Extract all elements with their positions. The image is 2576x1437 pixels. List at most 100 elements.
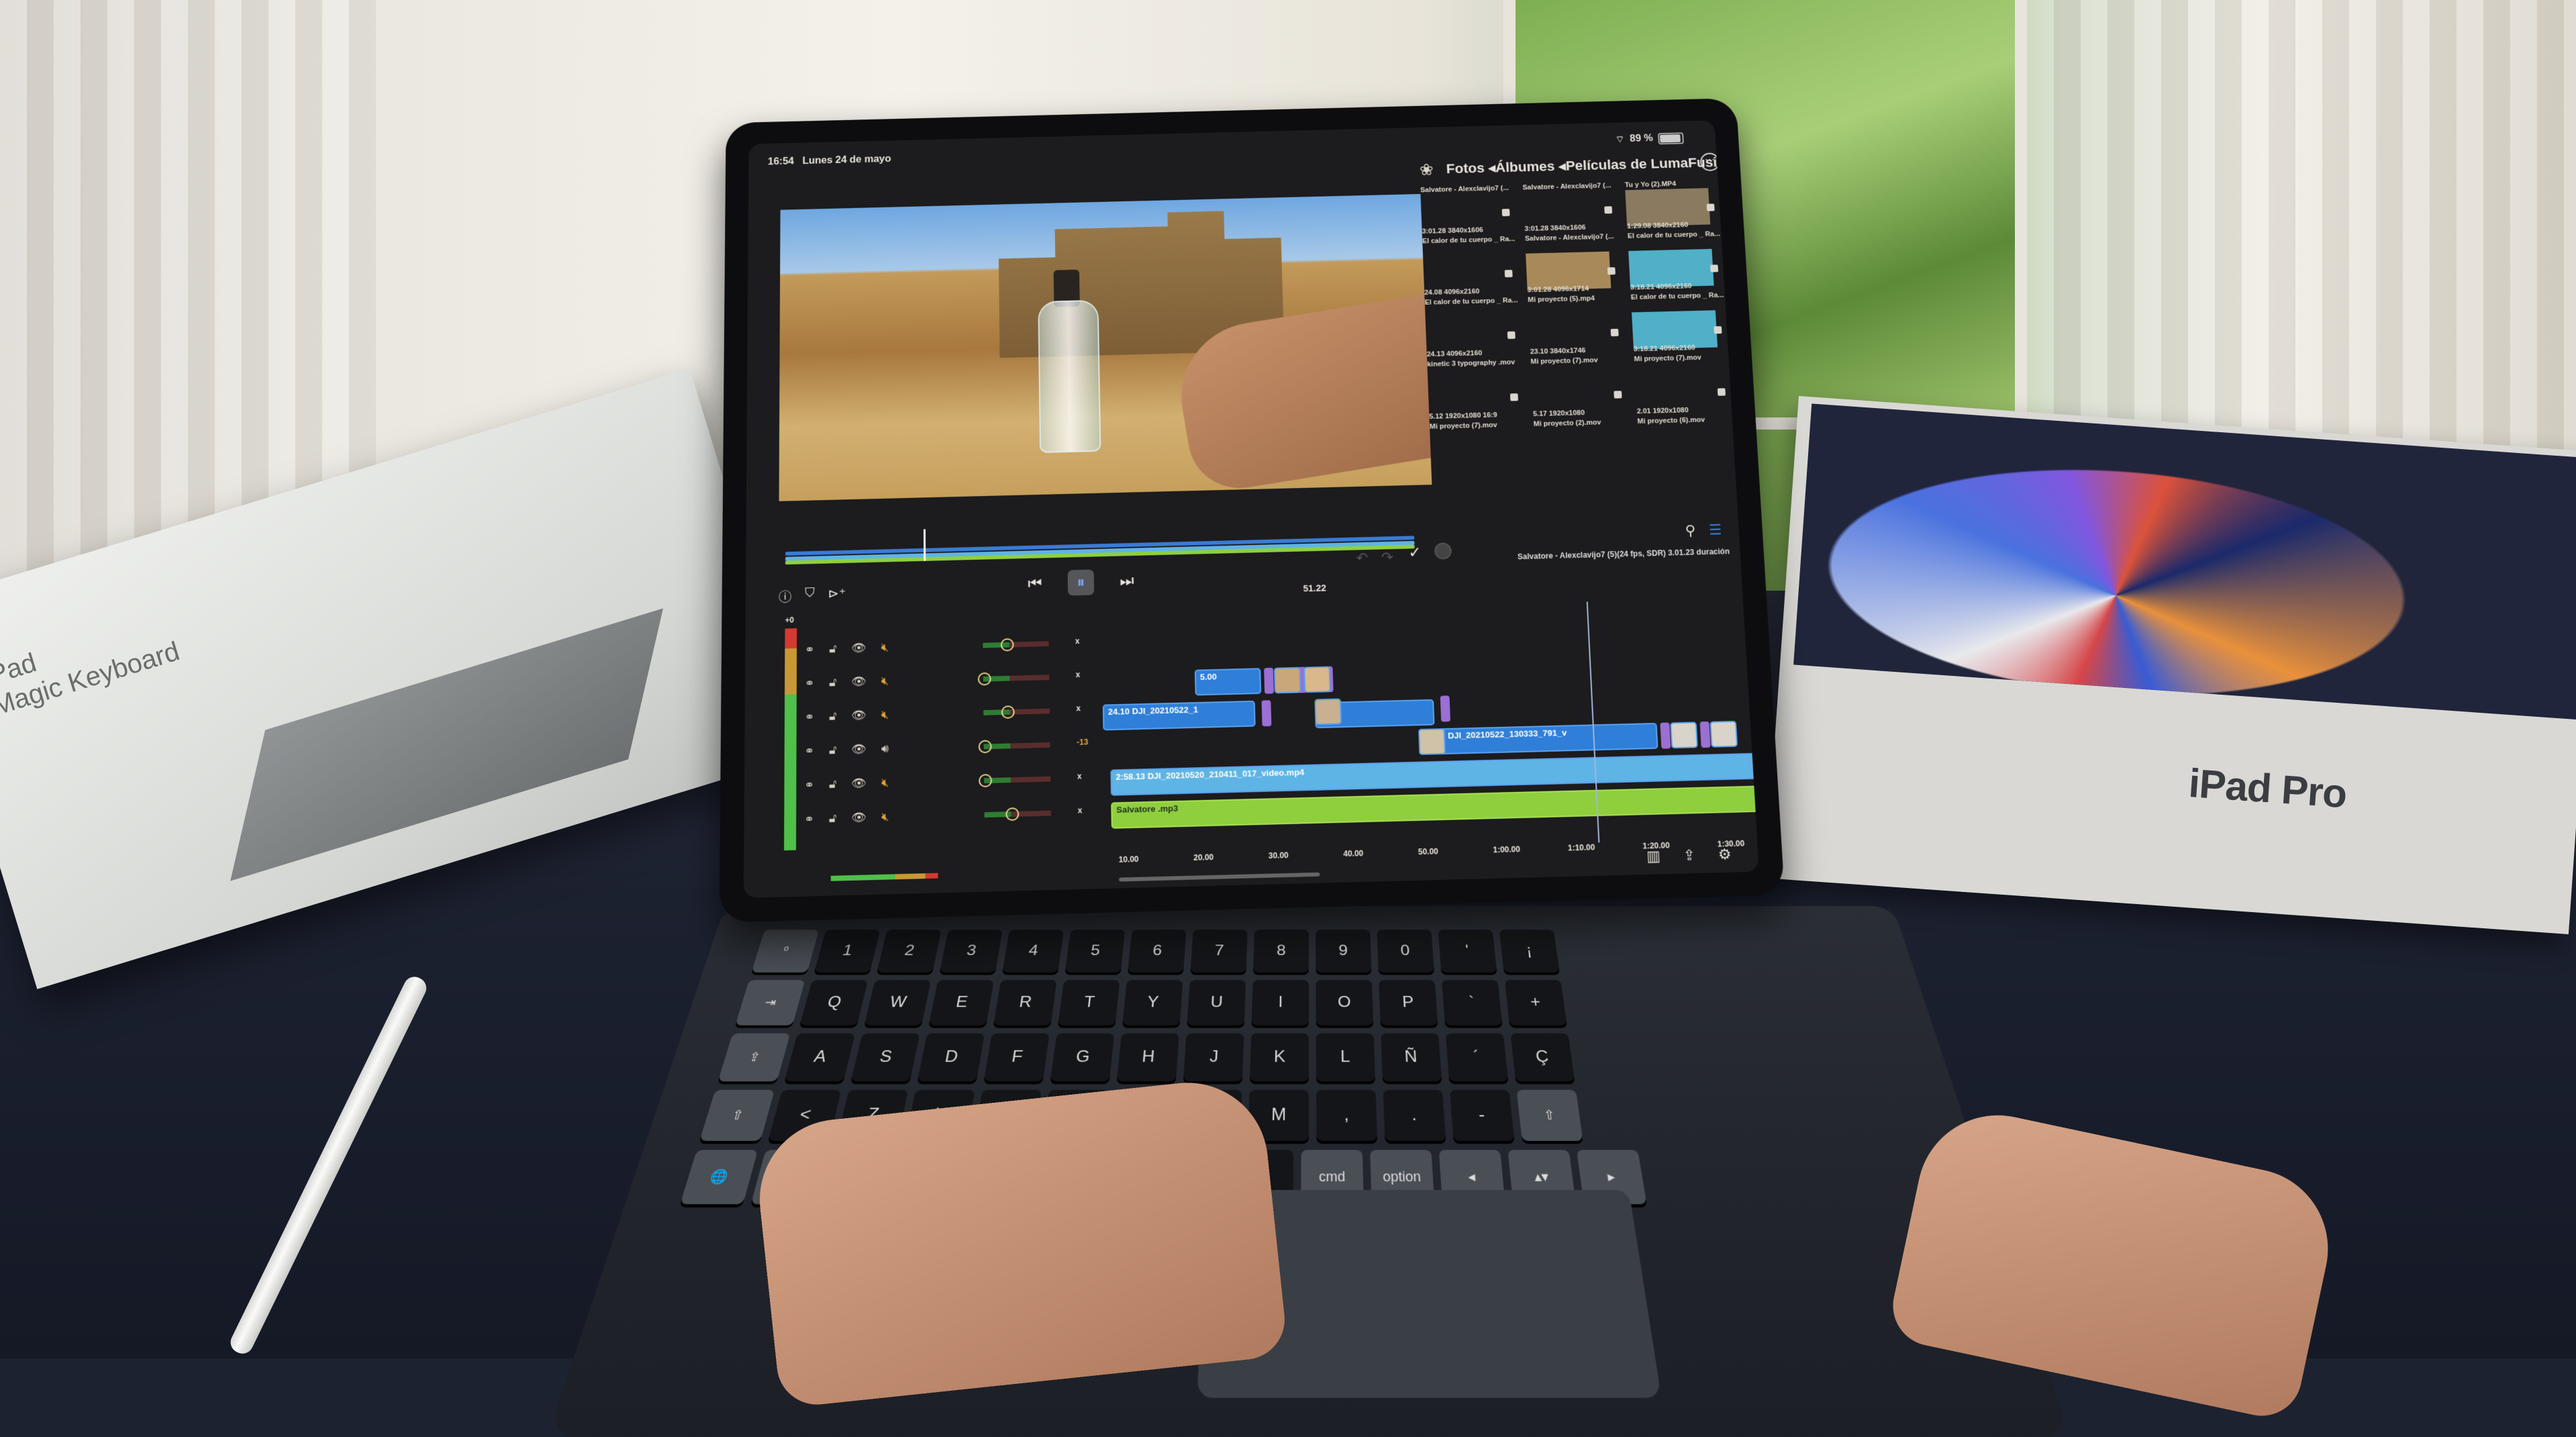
info-icon[interactable]: ⓘ bbox=[779, 587, 792, 605]
key[interactable]: Ñ bbox=[1381, 1033, 1442, 1082]
timeline[interactable]: 5.0024.10 DJI_20210522_114.131.02 DJI_20… bbox=[1095, 604, 1759, 856]
volume-knob[interactable] bbox=[979, 774, 993, 788]
key[interactable]: ¡ bbox=[1499, 930, 1560, 973]
key[interactable]: R bbox=[993, 980, 1057, 1026]
key[interactable]: D bbox=[917, 1033, 985, 1082]
volume-knob[interactable] bbox=[978, 740, 992, 754]
key[interactable]: 8 bbox=[1252, 930, 1309, 973]
lock-icon[interactable]: 🔓︎ bbox=[829, 743, 837, 757]
timeline-overview[interactable] bbox=[785, 523, 1415, 565]
record-voiceover-button[interactable] bbox=[1434, 542, 1452, 560]
pause-button[interactable]: ⏸ bbox=[1067, 569, 1095, 596]
lock-icon[interactable]: 🔓︎ bbox=[829, 709, 837, 723]
key[interactable]: 7 bbox=[1190, 930, 1248, 973]
track-volume-slider[interactable] bbox=[978, 740, 1050, 754]
volume-knob[interactable] bbox=[977, 672, 991, 686]
key[interactable]: ⇧ bbox=[699, 1089, 775, 1141]
key[interactable]: O bbox=[1316, 980, 1374, 1026]
video-preview[interactable] bbox=[779, 193, 1432, 501]
overview-playhead[interactable] bbox=[924, 529, 926, 561]
cut-icon[interactable]: ✂ bbox=[1399, 887, 1412, 898]
master-volume-slider[interactable] bbox=[830, 873, 938, 881]
track-volume-slider[interactable] bbox=[983, 705, 1050, 719]
key[interactable]: F bbox=[983, 1033, 1050, 1082]
layout-icon[interactable]: ▥ bbox=[1646, 848, 1661, 865]
media-item[interactable]: Salvatore - Alexclavijo7 (... 3:01.28 38… bbox=[1522, 182, 1622, 245]
media-item[interactable]: Tu y Yo (2).MP4 1:29.08 3840x2160 El cal… bbox=[1625, 179, 1724, 242]
delete-icon[interactable]: 🗑 bbox=[1477, 885, 1497, 898]
help-settings-icon[interactable]: ⚙ bbox=[1718, 846, 1732, 863]
speaker-icon[interactable]: 🔊︎ bbox=[881, 742, 889, 756]
search-icon[interactable]: ⚲ bbox=[1685, 522, 1696, 539]
key[interactable]: . bbox=[1383, 1089, 1446, 1141]
media-breadcrumb[interactable]: Fotos ◂Álbumes ◂Películas de LumaFusion bbox=[1446, 154, 1734, 177]
timeline-clip[interactable]: 24.10 DJI_20210522_1 bbox=[1102, 700, 1256, 731]
mute-icon[interactable]: 🔇︎ bbox=[881, 674, 889, 688]
track-volume-slider[interactable] bbox=[979, 774, 1051, 788]
key[interactable]: 9 bbox=[1316, 930, 1372, 973]
link-icon[interactable]: ⚭ bbox=[805, 642, 815, 656]
lock-icon[interactable]: 🔓︎ bbox=[829, 777, 837, 791]
link-icon[interactable]: ⚭ bbox=[804, 811, 814, 826]
key[interactable]: 5 bbox=[1064, 930, 1126, 973]
track-volume-slider[interactable] bbox=[977, 672, 1050, 686]
key[interactable]: 3 bbox=[939, 930, 1003, 973]
key[interactable]: 6 bbox=[1128, 930, 1187, 973]
key[interactable]: + bbox=[1504, 980, 1567, 1026]
link-icon[interactable]: ⚭ bbox=[804, 744, 814, 758]
key[interactable]: Ç bbox=[1510, 1033, 1575, 1082]
add-marker-icon[interactable]: ⛉ bbox=[805, 586, 815, 605]
key[interactable]: 0 bbox=[1377, 930, 1434, 973]
mute-icon[interactable]: 🔇︎ bbox=[881, 640, 889, 654]
volume-knob[interactable] bbox=[1001, 705, 1015, 719]
key[interactable]: U bbox=[1187, 980, 1246, 1026]
volume-knob[interactable] bbox=[1000, 638, 1014, 652]
media-item[interactable]: Salvatore - Alexclavijo7 (... 3:01.28 38… bbox=[1420, 185, 1519, 248]
transition-marker[interactable] bbox=[1261, 700, 1272, 727]
key[interactable]: S bbox=[850, 1033, 920, 1082]
link-icon[interactable]: ⚭ bbox=[804, 777, 814, 791]
link-icon[interactable]: ⚭ bbox=[805, 676, 815, 690]
eye-icon[interactable]: 👁︎ bbox=[851, 641, 866, 655]
volume-knob[interactable] bbox=[1005, 807, 1020, 822]
list-view-icon[interactable]: ☰ bbox=[1708, 522, 1722, 538]
track-volume-slider[interactable] bbox=[983, 638, 1049, 652]
share-icon[interactable]: ⇪ bbox=[1683, 847, 1696, 864]
eye-icon[interactable]: 👁︎ bbox=[852, 675, 867, 689]
link-icon[interactable]: ⚭ bbox=[1196, 893, 1209, 898]
key[interactable]: 🌐 bbox=[680, 1150, 758, 1205]
key[interactable]: ` bbox=[1442, 980, 1503, 1026]
key[interactable]: 2 bbox=[877, 930, 942, 973]
mute-icon[interactable]: 🔇︎ bbox=[881, 809, 889, 824]
link-icon[interactable]: ⚭ bbox=[805, 709, 815, 724]
transition-marker[interactable] bbox=[1264, 667, 1274, 694]
replace-clip-icon[interactable]: ⧉ bbox=[1158, 893, 1169, 898]
lock-icon[interactable]: 🔓︎ bbox=[829, 811, 837, 826]
favorites-icon[interactable]: ☆ bbox=[1274, 891, 1287, 898]
mute-icon[interactable]: 🔇︎ bbox=[881, 776, 889, 790]
transition-marker[interactable] bbox=[1440, 695, 1451, 722]
media-item[interactable]: 3:18.21 4096x2160 El calor de tu cuerpo … bbox=[1628, 240, 1728, 304]
key[interactable]: P bbox=[1379, 980, 1438, 1026]
media-item[interactable]: 24.08 4096x2160 El calor de tu cuerpo _ … bbox=[1423, 245, 1522, 309]
media-item[interactable]: 3:18.21 4096x2160 Mi proyecto (7).mov bbox=[1631, 301, 1731, 366]
import-icon[interactable]: ⊞ bbox=[777, 897, 790, 898]
add-track-icon[interactable]: ⊳⁺ bbox=[828, 585, 846, 604]
key[interactable]: I bbox=[1251, 980, 1309, 1026]
transition-marker[interactable] bbox=[1660, 722, 1671, 749]
add-icon[interactable]: ⊕ bbox=[1438, 886, 1451, 897]
media-item[interactable]: 5.12 1920x1080 16:9 Mi proyecto (7).mov bbox=[1428, 368, 1528, 434]
lock-icon[interactable]: 🔓︎ bbox=[829, 675, 837, 689]
clipboard-icon[interactable]: 📋 bbox=[1314, 889, 1333, 898]
key[interactable]: 1 bbox=[813, 930, 881, 973]
key[interactable]: , bbox=[1316, 1089, 1378, 1141]
select-checkbox-icon[interactable]: ☑ bbox=[1359, 889, 1373, 898]
key[interactable]: ⇧ bbox=[1516, 1089, 1583, 1141]
key[interactable]: K bbox=[1249, 1033, 1309, 1082]
skip-back-button[interactable]: ⏮ bbox=[1022, 571, 1048, 597]
track-volume-slider[interactable] bbox=[984, 807, 1052, 822]
key[interactable]: 4 bbox=[1002, 930, 1064, 973]
add-clip-icon[interactable]: ⊞ bbox=[1120, 895, 1132, 898]
key[interactable]: E bbox=[928, 980, 994, 1026]
layers-icon[interactable]: ☷ bbox=[812, 896, 826, 898]
